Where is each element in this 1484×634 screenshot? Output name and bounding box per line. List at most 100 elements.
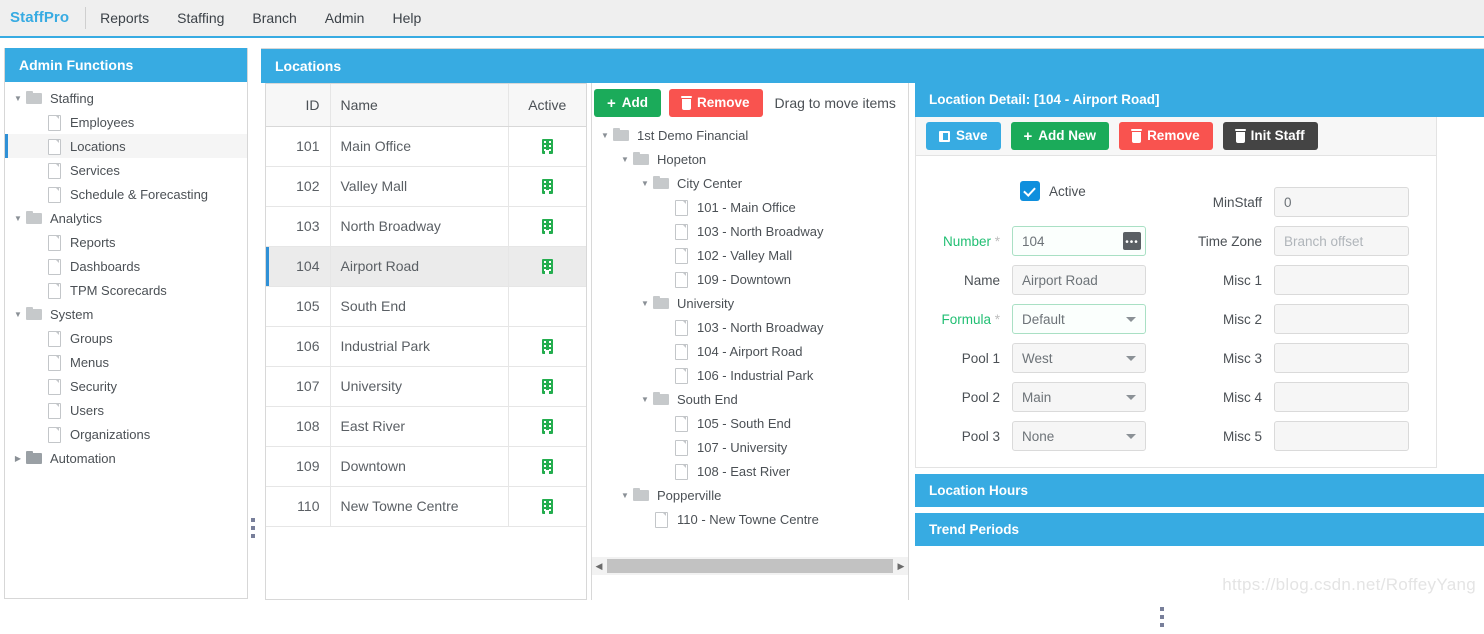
file-icon <box>45 378 65 394</box>
sidebar-item-locations[interactable]: Locations <box>5 134 247 158</box>
sidebar-item-staffing[interactable]: Staffing <box>5 86 247 110</box>
table-row[interactable]: 107University <box>266 366 586 406</box>
sidebar-item-employees[interactable]: Employees <box>5 110 247 134</box>
column-header-active[interactable]: Active <box>508 84 586 126</box>
left-splitter[interactable] <box>249 48 259 599</box>
table-row[interactable]: 103North Broadway <box>266 206 586 246</box>
hierarchy-node-103-north-broadway[interactable]: 103 - North Broadway <box>592 315 908 339</box>
sidebar-item-label: Employees <box>70 115 134 130</box>
field-input-misc-1[interactable] <box>1274 265 1409 295</box>
init-staff-button[interactable]: Init Staff <box>1223 122 1318 150</box>
locations-grid[interactable]: ID Name Active 101Main Office102Valley M… <box>265 83 587 600</box>
chevron-down-icon[interactable] <box>598 131 612 140</box>
hierarchy-node-city-center[interactable]: City Center <box>592 171 908 195</box>
accordion-trend-periods[interactable]: Trend Periods <box>915 513 1484 546</box>
hierarchy-node-university[interactable]: University <box>592 291 908 315</box>
table-row[interactable]: 110New Towne Centre <box>266 486 586 526</box>
sidebar-item-services[interactable]: Services <box>5 158 247 182</box>
chevron-down-icon-pool-2[interactable] <box>1126 395 1136 400</box>
required-asterisk: * <box>995 312 1000 327</box>
sidebar-item-tpm-scorecards[interactable]: TPM Scorecards <box>5 278 247 302</box>
hierarchy-node-101-main-office[interactable]: 101 - Main Office <box>592 195 908 219</box>
field-input-number[interactable]: 104••• <box>1012 226 1146 256</box>
hierarchy-node-hopeton[interactable]: Hopeton <box>592 147 908 171</box>
accordion-location-hours[interactable]: Location Hours <box>915 474 1484 507</box>
location-hierarchy-tree[interactable]: 1st Demo FinancialHopetonCity Center101 … <box>592 123 908 563</box>
table-row[interactable]: 108East River <box>266 406 586 446</box>
nav-item-help[interactable]: Help <box>378 0 435 36</box>
nav-item-admin[interactable]: Admin <box>311 0 379 36</box>
save-button[interactable]: Save <box>926 122 1001 150</box>
nav-item-reports[interactable]: Reports <box>86 0 163 36</box>
chevron-down-icon[interactable] <box>638 395 652 404</box>
sidebar-item-automation[interactable]: Automation <box>5 446 247 470</box>
chevron-down-icon-pool-1[interactable] <box>1126 356 1136 361</box>
detail-remove-button[interactable]: Remove <box>1119 122 1213 150</box>
add-new-button[interactable]: + Add New <box>1011 122 1110 150</box>
hierarchy-node-107-university[interactable]: 107 - University <box>592 435 908 459</box>
nav-item-staffing[interactable]: Staffing <box>163 0 238 36</box>
field-input-misc-2[interactable] <box>1274 304 1409 334</box>
sidebar-item-users[interactable]: Users <box>5 398 247 422</box>
chevron-down-icon-formula[interactable] <box>1126 317 1136 322</box>
scrollbar-thumb[interactable] <box>607 559 893 573</box>
ellipsis-button-number[interactable]: ••• <box>1123 232 1141 250</box>
add-button[interactable]: + Add <box>594 89 661 117</box>
table-row[interactable]: 101Main Office <box>266 126 586 166</box>
hierarchy-node-103-north-broadway[interactable]: 103 - North Broadway <box>592 219 908 243</box>
table-row[interactable]: 109Downtown <box>266 446 586 486</box>
hierarchy-node-south-end[interactable]: South End <box>592 387 908 411</box>
scroll-left-arrow-icon[interactable]: ◀ <box>592 561 606 572</box>
table-row[interactable]: 105South End <box>266 286 586 326</box>
chevron-right-icon[interactable] <box>11 454 25 463</box>
app-brand-staffpro[interactable]: StaffPro <box>0 7 86 29</box>
table-row[interactable]: 104Airport Road <box>266 246 586 286</box>
sidebar-item-schedule-forecasting[interactable]: Schedule & Forecasting <box>5 182 247 206</box>
hierarchy-node-105-south-end[interactable]: 105 - South End <box>592 411 908 435</box>
field-input-misc-4[interactable] <box>1274 382 1409 412</box>
sidebar-item-groups[interactable]: Groups <box>5 326 247 350</box>
field-input-misc-3[interactable] <box>1274 343 1409 373</box>
chevron-down-icon[interactable] <box>11 94 25 103</box>
hierarchy-node-104-airport-road[interactable]: 104 - Airport Road <box>592 339 908 363</box>
field-input-pool-2[interactable]: Main <box>1012 382 1146 412</box>
field-input-pool-1[interactable]: West <box>1012 343 1146 373</box>
hierarchy-node-108-east-river[interactable]: 108 - East River <box>592 459 908 483</box>
field-input-misc-5[interactable] <box>1274 421 1409 451</box>
hierarchy-node-109-downtown[interactable]: 109 - Downtown <box>592 267 908 291</box>
hierarchy-node-popperville[interactable]: Popperville <box>592 483 908 507</box>
chevron-down-icon[interactable] <box>618 155 632 164</box>
sidebar-item-system[interactable]: System <box>5 302 247 326</box>
sidebar-item-dashboards[interactable]: Dashboards <box>5 254 247 278</box>
chevron-down-icon[interactable] <box>618 491 632 500</box>
nav-item-branch[interactable]: Branch <box>238 0 310 36</box>
field-input-time-zone[interactable]: Branch offset <box>1274 226 1409 256</box>
field-input-minstaff[interactable]: 0 <box>1274 187 1409 217</box>
chevron-down-icon[interactable] <box>638 179 652 188</box>
field-input-formula[interactable]: Default <box>1012 304 1146 334</box>
active-checkbox[interactable] <box>1020 181 1040 201</box>
hierarchy-node-106-industrial-park[interactable]: 106 - Industrial Park <box>592 363 908 387</box>
table-row[interactable]: 102Valley Mall <box>266 166 586 206</box>
sidebar-item-organizations[interactable]: Organizations <box>5 422 247 446</box>
hierarchy-node-110-new-towne-centre[interactable]: 110 - New Towne Centre <box>592 507 908 531</box>
sidebar-item-analytics[interactable]: Analytics <box>5 206 247 230</box>
chevron-down-icon[interactable] <box>11 214 25 223</box>
chevron-down-icon[interactable] <box>638 299 652 308</box>
field-input-name[interactable]: Airport Road <box>1012 265 1146 295</box>
table-row[interactable]: 106Industrial Park <box>266 326 586 366</box>
scroll-right-arrow-icon[interactable]: ▶ <box>894 561 908 572</box>
remove-button[interactable]: Remove <box>669 89 763 117</box>
hierarchy-node-1st-demo-financial[interactable]: 1st Demo Financial <box>592 123 908 147</box>
sidebar-item-security[interactable]: Security <box>5 374 247 398</box>
hierarchy-node-102-valley-mall[interactable]: 102 - Valley Mall <box>592 243 908 267</box>
column-header-name[interactable]: Name <box>330 84 508 126</box>
field-input-pool-3[interactable]: None <box>1012 421 1146 451</box>
chevron-down-icon[interactable] <box>11 310 25 319</box>
horizontal-scrollbar[interactable]: ◀ ▶ <box>592 557 908 575</box>
chevron-down-icon-pool-3[interactable] <box>1126 434 1136 439</box>
admin-functions-tree[interactable]: Staffing Employees LocationsServicesSchedu… <box>5 82 247 470</box>
column-header-id[interactable]: ID <box>266 84 330 126</box>
sidebar-item-menus[interactable]: Menus <box>5 350 247 374</box>
sidebar-item-reports[interactable]: Reports <box>5 230 247 254</box>
